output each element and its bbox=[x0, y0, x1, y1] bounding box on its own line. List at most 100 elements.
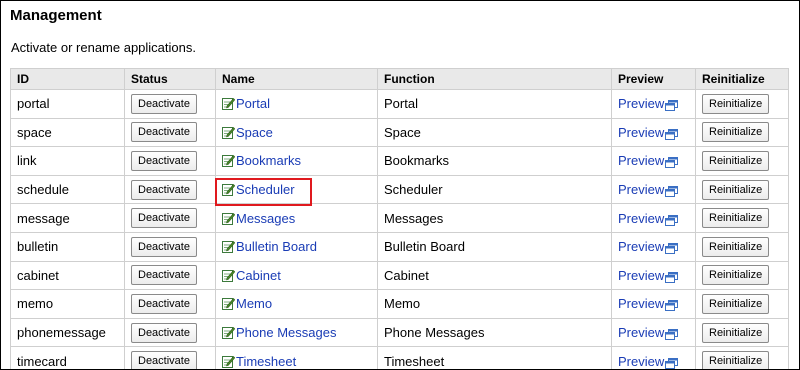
function-text: Bulletin Board bbox=[384, 239, 465, 255]
edit-name-icon[interactable] bbox=[222, 212, 235, 225]
edit-name-icon[interactable] bbox=[222, 297, 235, 311]
reinitialize-button[interactable]: Reinitialize bbox=[702, 265, 770, 286]
preview-link[interactable]: Preview bbox=[618, 182, 664, 197]
reinitialize-button[interactable]: Reinitialize bbox=[702, 93, 770, 114]
app-name-link[interactable]: Timesheet bbox=[236, 354, 296, 369]
edit-name-icon[interactable] bbox=[222, 97, 235, 111]
status-cell: Deactivate bbox=[124, 203, 216, 233]
app-name-link[interactable]: Cabinet bbox=[236, 268, 281, 283]
preview-link[interactable]: Preview bbox=[618, 153, 664, 168]
reinitialize-cell: Reinitialize bbox=[695, 89, 789, 119]
edit-name-icon[interactable] bbox=[222, 154, 235, 168]
app-name-link[interactable]: Scheduler bbox=[236, 182, 295, 197]
table-row-timecard: timecard Deactivate Timesheet Timesheet … bbox=[10, 346, 789, 369]
deactivate-button[interactable]: Deactivate bbox=[131, 322, 197, 343]
preview-link[interactable]: Preview bbox=[618, 325, 664, 340]
app-id-text: schedule bbox=[17, 182, 70, 198]
table-row-memo: memo Deactivate Memo Memo Preview Reinit… bbox=[10, 289, 789, 319]
column-header-status: Status bbox=[124, 68, 216, 90]
new-window-icon[interactable] bbox=[665, 157, 679, 169]
preview-link[interactable]: Preview bbox=[618, 96, 664, 111]
function-cell: Portal bbox=[377, 89, 612, 119]
name-cell: Memo bbox=[215, 289, 378, 319]
new-window-icon[interactable] bbox=[665, 214, 679, 226]
app-name-link[interactable]: Memo bbox=[236, 296, 272, 311]
preview-cell: Preview bbox=[611, 289, 696, 319]
preview-link[interactable]: Preview bbox=[618, 211, 664, 226]
name-cell: Messages bbox=[215, 203, 378, 233]
deactivate-button[interactable]: Deactivate bbox=[131, 351, 197, 369]
function-text: Memo bbox=[384, 296, 421, 312]
new-window-icon[interactable] bbox=[665, 300, 679, 312]
new-window-icon[interactable] bbox=[665, 329, 679, 341]
app-id: memo bbox=[10, 289, 125, 319]
preview-link[interactable]: Preview bbox=[618, 125, 664, 140]
status-cell: Deactivate bbox=[124, 146, 216, 176]
app-id-text: space bbox=[17, 124, 52, 140]
function-text: Cabinet bbox=[384, 267, 429, 283]
app-name-link[interactable]: Portal bbox=[236, 96, 270, 111]
preview-link[interactable]: Preview bbox=[618, 354, 664, 369]
new-window-icon[interactable] bbox=[665, 271, 679, 283]
table-row-space: space Deactivate Space Space Preview Rei… bbox=[10, 117, 789, 148]
name-cell: Portal bbox=[215, 89, 378, 119]
function-text: Messages bbox=[384, 210, 444, 226]
new-window-icon[interactable] bbox=[665, 186, 679, 198]
edit-name-icon[interactable] bbox=[222, 326, 235, 340]
new-window-icon[interactable] bbox=[665, 243, 679, 255]
app-id-text: link bbox=[17, 153, 37, 169]
deactivate-button[interactable]: Deactivate bbox=[131, 208, 197, 229]
reinitialize-button[interactable]: Reinitialize bbox=[702, 150, 770, 171]
deactivate-button[interactable]: Deactivate bbox=[131, 122, 197, 143]
app-id-text: message bbox=[17, 210, 70, 226]
deactivate-button[interactable]: Deactivate bbox=[131, 293, 197, 314]
reinitialize-cell: Reinitialize bbox=[695, 117, 789, 148]
preview-cell: Preview bbox=[611, 146, 696, 176]
edit-name-icon[interactable] bbox=[222, 126, 235, 139]
deactivate-button[interactable]: Deactivate bbox=[131, 150, 197, 171]
table-row-bulletin: bulletin Deactivate Bulletin Board Bulle… bbox=[10, 231, 789, 262]
new-window-icon[interactable] bbox=[665, 128, 679, 140]
app-id: timecard bbox=[10, 346, 125, 369]
app-id-text: portal bbox=[17, 96, 50, 112]
status-cell: Deactivate bbox=[124, 317, 216, 348]
function-cell: Scheduler bbox=[377, 174, 612, 205]
reinitialize-button[interactable]: Reinitialize bbox=[702, 179, 770, 200]
app-id-text: phonemessage bbox=[17, 325, 106, 341]
app-name-link[interactable]: Phone Messages bbox=[236, 325, 336, 340]
preview-link[interactable]: Preview bbox=[618, 239, 664, 254]
deactivate-button[interactable]: Deactivate bbox=[131, 265, 197, 286]
reinitialize-cell: Reinitialize bbox=[695, 346, 789, 369]
new-window-icon[interactable] bbox=[665, 357, 679, 369]
app-id: message bbox=[10, 203, 125, 233]
table-row-message: message Deactivate Messages Messages Pre… bbox=[10, 203, 789, 233]
column-header-id: ID bbox=[10, 68, 125, 90]
app-name-link[interactable]: Bulletin Board bbox=[236, 239, 317, 254]
app-name-link[interactable]: Space bbox=[236, 125, 273, 140]
reinitialize-button[interactable]: Reinitialize bbox=[702, 293, 770, 314]
preview-link[interactable]: Preview bbox=[618, 268, 664, 283]
new-window-icon[interactable] bbox=[665, 100, 679, 112]
reinitialize-button[interactable]: Reinitialize bbox=[702, 236, 770, 257]
reinitialize-button[interactable]: Reinitialize bbox=[702, 351, 770, 369]
edit-name-icon[interactable] bbox=[222, 269, 235, 282]
reinitialize-button[interactable]: Reinitialize bbox=[702, 322, 770, 343]
deactivate-button[interactable]: Deactivate bbox=[131, 179, 197, 200]
app-id: phonemessage bbox=[10, 317, 125, 348]
function-cell: Timesheet bbox=[377, 346, 612, 369]
edit-name-icon[interactable] bbox=[222, 240, 235, 254]
reinitialize-button[interactable]: Reinitialize bbox=[702, 208, 770, 229]
deactivate-button[interactable]: Deactivate bbox=[131, 93, 197, 114]
edit-name-icon[interactable] bbox=[222, 183, 235, 197]
app-name-link[interactable]: Messages bbox=[236, 211, 295, 226]
reinitialize-button[interactable]: Reinitialize bbox=[702, 122, 770, 143]
status-cell: Deactivate bbox=[124, 89, 216, 119]
preview-link[interactable]: Preview bbox=[618, 296, 664, 311]
table-header-row: ID Status Name Function Preview Reinitia… bbox=[10, 68, 789, 90]
app-name-link[interactable]: Bookmarks bbox=[236, 153, 301, 168]
app-id: schedule bbox=[10, 174, 125, 205]
app-id: bulletin bbox=[10, 231, 125, 262]
deactivate-button[interactable]: Deactivate bbox=[131, 236, 197, 257]
edit-name-icon[interactable] bbox=[222, 355, 235, 368]
app-id: space bbox=[10, 117, 125, 148]
